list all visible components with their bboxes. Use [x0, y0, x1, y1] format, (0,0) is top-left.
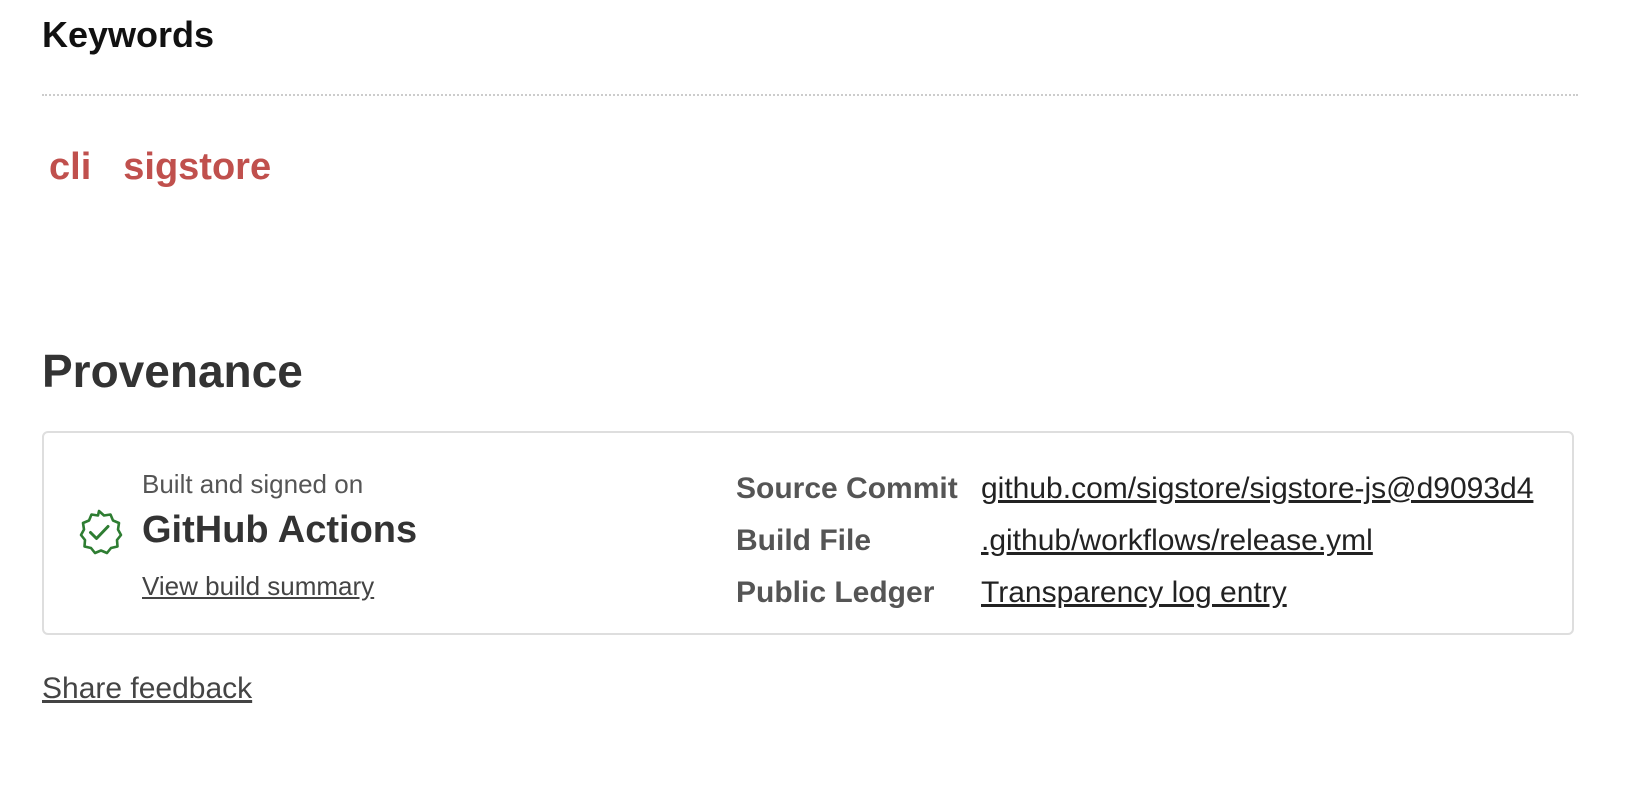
- builder-name: GitHub Actions: [142, 509, 418, 551]
- provenance-details: Source Commit github.com/sigstore/sigsto…: [736, 463, 1533, 619]
- build-file-link[interactable]: .github/workflows/release.yml: [981, 524, 1373, 558]
- package-page: Keywords cli sigstore Provenance Built a…: [0, 0, 1646, 792]
- source-commit-link[interactable]: github.com/sigstore/sigstore-js@d9093d4: [981, 472, 1533, 506]
- keywords-divider: [42, 94, 1578, 96]
- provenance-heading: Provenance: [42, 345, 303, 397]
- public-ledger-label: Public Ledger: [736, 576, 935, 609]
- build-file-label: Build File: [736, 524, 871, 557]
- provenance-card: Built and signed on GitHub Actions View …: [42, 431, 1574, 635]
- detail-row-source-commit: Source Commit github.com/sigstore/sigsto…: [736, 463, 1533, 515]
- detail-row-public-ledger: Public Ledger Transparency log entry: [736, 567, 1533, 619]
- share-feedback-link[interactable]: Share feedback: [42, 672, 252, 706]
- keyword-link-sigstore[interactable]: sigstore: [123, 144, 271, 190]
- transparency-log-link[interactable]: Transparency log entry: [981, 576, 1287, 610]
- keyword-link-cli[interactable]: cli: [49, 144, 91, 190]
- keywords-heading: Keywords: [42, 14, 215, 55]
- view-build-summary-link[interactable]: View build summary: [142, 571, 374, 602]
- verified-check-icon: [79, 509, 123, 555]
- built-and-signed-label: Built and signed on: [142, 469, 364, 499]
- source-commit-label: Source Commit: [736, 472, 958, 505]
- detail-row-build-file: Build File .github/workflows/release.yml: [736, 515, 1533, 567]
- keyword-list: cli sigstore: [49, 144, 271, 190]
